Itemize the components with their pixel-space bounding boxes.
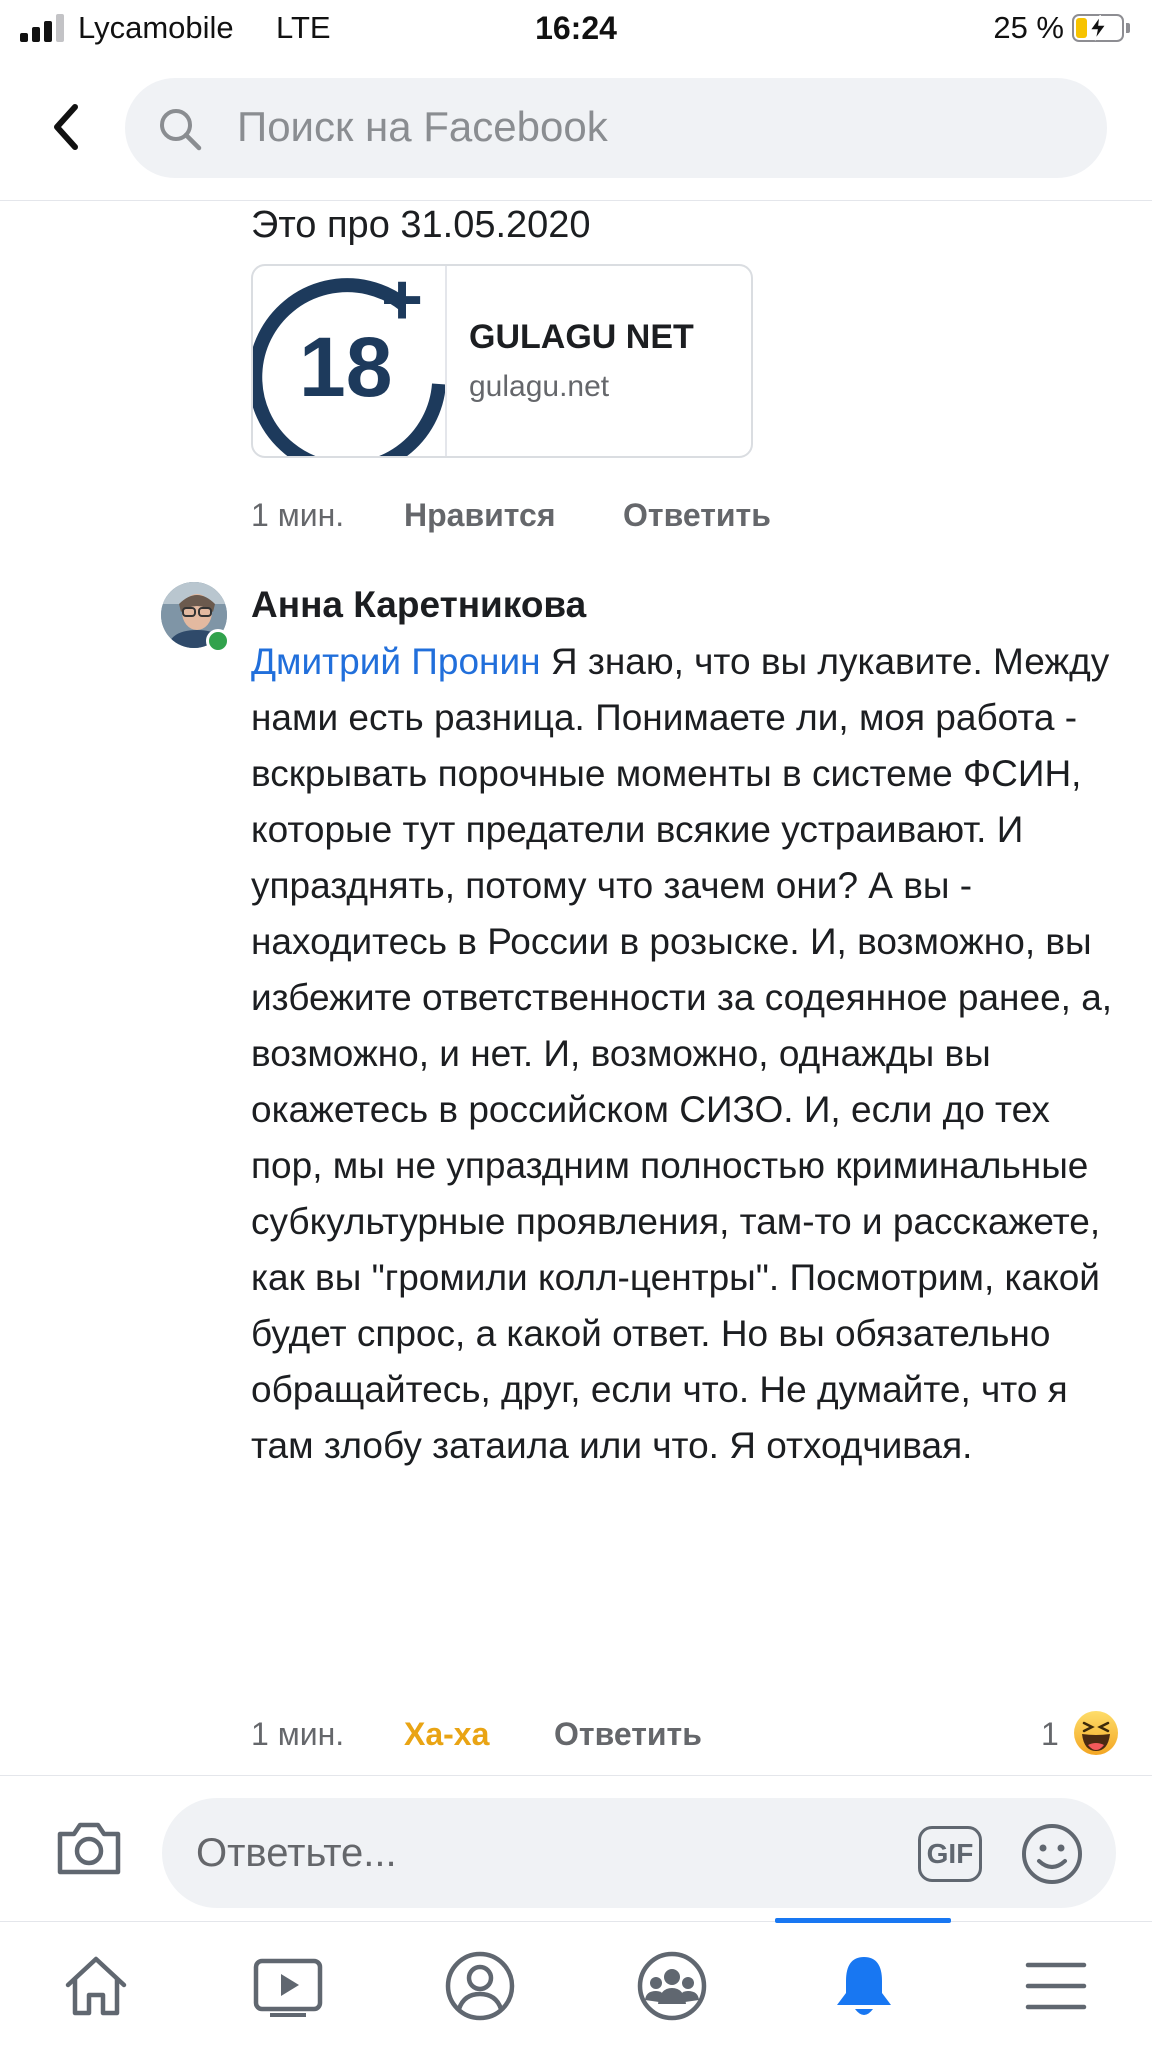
reply-button[interactable]: Ответить — [554, 1716, 702, 1753]
logo-age-text: 18 — [299, 320, 392, 414]
emoji-icon[interactable] — [1020, 1822, 1084, 1886]
comment-timestamp: 1 мин. — [251, 497, 345, 533]
back-arrow-icon — [54, 104, 78, 150]
home-icon — [65, 1956, 127, 2015]
gulagu-logo: 18 + — [253, 266, 446, 456]
menu-icon — [1025, 1962, 1087, 2009]
search-input[interactable]: Поиск на Facebook — [125, 78, 1107, 178]
groups-icon — [637, 1951, 707, 2020]
tab-groups[interactable] — [576, 1922, 768, 2049]
status-time: 16:24 — [535, 10, 617, 46]
reply-input[interactable]: Ответьте... GIF — [162, 1798, 1116, 1908]
haha-reaction-button[interactable]: Ха-ха — [404, 1716, 489, 1753]
back-button[interactable] — [36, 92, 96, 162]
online-status-dot — [206, 629, 230, 653]
camera-button[interactable] — [54, 1818, 124, 1883]
search-icon — [160, 109, 202, 151]
notifications-icon — [837, 1956, 891, 2015]
tab-video[interactable] — [192, 1922, 384, 2049]
tab-profile[interactable] — [384, 1922, 576, 2049]
profile-icon — [445, 1951, 515, 2020]
logo-plus-text: + — [381, 266, 423, 340]
link-card-domain: gulagu.net — [469, 370, 610, 403]
search-placeholder: Поиск на Facebook — [237, 103, 608, 150]
mention-link[interactable]: Дмитрий Пронин — [251, 641, 541, 682]
gif-button[interactable]: GIF — [918, 1826, 982, 1882]
status-bar: Lycamobile LTE 16:24 25 % — [0, 0, 1152, 58]
comment-text: Это про 31.05.2020 — [251, 204, 591, 246]
tab-notifications[interactable] — [768, 1922, 960, 2049]
bottom-tab-bar — [0, 1918, 1152, 2049]
battery-icon — [1072, 14, 1130, 42]
reply-button[interactable]: Ответить — [623, 497, 771, 534]
comment-text: Дмитрий Пронин Я знаю, что вы лукавите. … — [251, 634, 1121, 1474]
reply-placeholder: Ответьте... — [196, 1831, 397, 1875]
link-card-title: GULAGU NET — [469, 318, 694, 356]
camera-icon — [57, 1822, 121, 1875]
tab-home[interactable] — [0, 1922, 192, 2049]
search-header: Поиск на Facebook — [0, 58, 1152, 201]
like-button[interactable]: Нравится — [404, 497, 556, 534]
haha-emoji-icon — [1074, 1711, 1118, 1755]
reaction-count[interactable]: 1 — [1041, 1716, 1059, 1753]
comment-timestamp: 1 мин. — [251, 1716, 345, 1752]
battery-percent: 25 % — [993, 10, 1064, 45]
reply-composer: Ответьте... GIF — [0, 1775, 1152, 1922]
tab-menu[interactable] — [960, 1922, 1152, 2049]
comment-body-text: Я знаю, что вы лукавите. Между нами есть… — [251, 641, 1113, 1466]
video-icon — [253, 1958, 323, 2017]
comment-author[interactable]: Анна Каретникова — [251, 584, 586, 626]
link-preview-card[interactable]: 18 + GULAGU NET gulagu.net — [251, 264, 753, 458]
